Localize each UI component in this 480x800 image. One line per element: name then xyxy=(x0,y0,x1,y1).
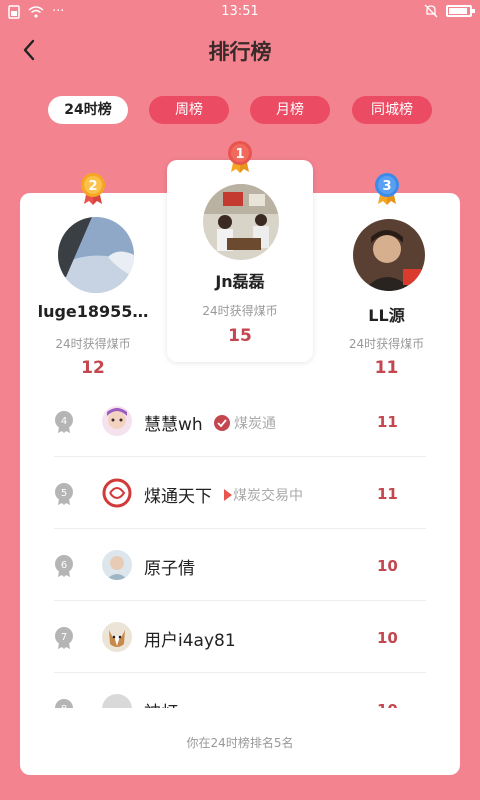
medal-bronze-icon: 3 xyxy=(375,173,399,205)
rank-number: 8 xyxy=(61,704,67,708)
avatar xyxy=(102,478,132,508)
tab-24h[interactable]: 24时榜 xyxy=(48,96,128,124)
list-item[interactable]: 5 煤通天下 煤炭交易中 11 xyxy=(20,457,460,529)
user-score: 10 xyxy=(377,557,398,575)
rank-number: 6 xyxy=(61,560,67,571)
medal-rank-1: 1 xyxy=(235,147,244,162)
podium-name: LL源 xyxy=(368,306,405,325)
avatar xyxy=(353,219,425,291)
podium-third[interactable]: 3 LL源 24时获得煤币 11 xyxy=(313,170,460,385)
user-name: 原子倩 xyxy=(144,559,195,579)
medal-rank-3: 3 xyxy=(382,179,391,194)
user-score: 10 xyxy=(377,629,398,647)
user-tag: 煤炭通 xyxy=(234,416,276,432)
rank-number: 4 xyxy=(61,416,67,427)
user-name: 慧慧wh xyxy=(144,415,203,435)
mute-bell-icon xyxy=(424,4,438,18)
rank-badge-icon: 8 xyxy=(55,699,73,708)
list-item[interactable]: 4 慧慧wh 煤炭通 11 xyxy=(20,385,460,457)
avatar xyxy=(58,217,134,293)
podium-sub-label: 24时获得煤币 xyxy=(348,337,425,351)
rank-badge-icon: 7 xyxy=(55,627,73,649)
user-name: 神灯 xyxy=(144,698,178,708)
avatar xyxy=(102,550,132,580)
avatar xyxy=(102,622,132,652)
podium-first-text: Jn磊磊 24时获得煤币 15 xyxy=(167,160,313,362)
user-tag: 煤炭交易中 xyxy=(233,488,303,504)
ranking-tabs: 24时榜 周榜 月榜 同城榜 xyxy=(0,96,480,124)
status-bar: ··· 13:51 xyxy=(0,0,480,24)
podium-score: 15 xyxy=(228,326,252,346)
rank-badge-icon: 6 xyxy=(55,555,73,577)
medal-silver-icon: 2 xyxy=(81,173,105,205)
rank-number: 5 xyxy=(61,488,67,499)
rank-badge-icon: 4 xyxy=(55,411,73,433)
podium-sub-label: 24时获得煤币 xyxy=(202,304,278,318)
avatar xyxy=(102,406,132,436)
medal-gold-icon: 1 xyxy=(228,141,252,173)
verified-badge-icon xyxy=(214,415,230,431)
podium-name: luge18955… xyxy=(37,302,149,321)
podium-first[interactable]: Jn磊磊 24时获得煤币 15 xyxy=(167,160,313,362)
tab-week[interactable]: 周榜 xyxy=(149,96,229,124)
user-score: 10 xyxy=(377,701,398,708)
podium-second[interactable]: 2 luge18955… 24时获得煤币 12 xyxy=(20,170,166,385)
battery-icon xyxy=(446,5,475,17)
page-title: 排行榜 xyxy=(208,40,272,64)
list-item[interactable]: 7 用户i4ay81 10 xyxy=(20,601,460,673)
ranking-list: 4 慧慧wh 煤炭通 11 5 煤通天下 煤炭交易中 11 6 原子倩 10 7… xyxy=(20,385,460,708)
podium-sub-label: 24时获得煤币 xyxy=(55,337,131,351)
status-right-icons xyxy=(424,4,475,18)
user-score: 11 xyxy=(377,413,398,431)
app-header: 排行榜 xyxy=(0,24,480,76)
tab-city[interactable]: 同城榜 xyxy=(352,96,432,124)
rank-number: 7 xyxy=(61,632,67,643)
medal-rank-2: 2 xyxy=(88,179,97,194)
rank-badge-icon: 5 xyxy=(55,483,73,505)
list-item[interactable]: 6 原子倩 10 xyxy=(20,529,460,601)
tab-month[interactable]: 月榜 xyxy=(250,96,330,124)
list-item[interactable]: 8 神灯 10 xyxy=(20,673,460,708)
avatar xyxy=(102,694,132,708)
podium-score: 11 xyxy=(374,358,399,378)
user-name: 煤通天下 xyxy=(144,487,212,507)
podium-score: 12 xyxy=(81,358,105,378)
my-rank-footer: 你在24时榜排名5名 xyxy=(186,736,294,750)
tag-marker-icon xyxy=(224,489,232,501)
user-score: 11 xyxy=(377,485,398,503)
podium-name: Jn磊磊 xyxy=(215,272,265,291)
status-time: 13:51 xyxy=(221,4,259,19)
user-name: 用户i4ay81 xyxy=(144,631,236,651)
